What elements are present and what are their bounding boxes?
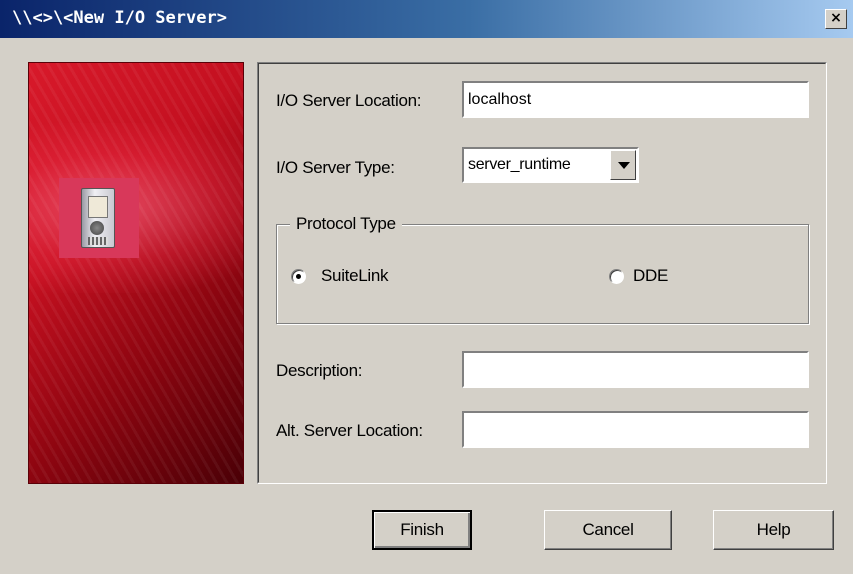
server-grill (88, 237, 108, 245)
protocol-group-title: Protocol Type (290, 214, 402, 234)
dde-label[interactable]: DDE (633, 266, 668, 286)
server-type-label: I/O Server Type: (276, 158, 395, 177)
window-title: \\<>\<New I/O Server> (12, 8, 227, 28)
server-screen (88, 196, 108, 218)
banner-pattern (29, 63, 243, 483)
chevron-down-icon[interactable] (610, 150, 636, 180)
dialog-window: \\<>\<New I/O Server> × I/O Server Locat… (0, 0, 853, 574)
io-server-icon (59, 178, 139, 258)
close-icon: × (830, 10, 842, 26)
suitelink-radio[interactable] (291, 269, 306, 284)
description-input[interactable] (462, 351, 809, 388)
finish-button[interactable]: Finish (372, 510, 472, 550)
location-input[interactable] (462, 81, 809, 118)
suitelink-label[interactable]: SuiteLink (321, 266, 389, 286)
server-type-value: server_runtime (468, 156, 571, 173)
location-label: I/O Server Location: (276, 91, 422, 110)
help-button[interactable]: Help (713, 510, 834, 550)
cancel-button[interactable]: Cancel (544, 510, 672, 550)
dde-radio[interactable] (609, 269, 624, 284)
wizard-banner (28, 62, 244, 484)
alt-location-input[interactable] (462, 411, 809, 448)
description-label: Description: (276, 361, 363, 380)
server-knob (90, 221, 104, 235)
alt-location-label: Alt. Server Location: (276, 421, 423, 440)
close-button[interactable]: × (825, 9, 847, 29)
server-body (81, 188, 115, 248)
title-bar[interactable]: \\<>\<New I/O Server> × (0, 0, 853, 38)
server-type-select[interactable]: server_runtime (462, 147, 639, 183)
